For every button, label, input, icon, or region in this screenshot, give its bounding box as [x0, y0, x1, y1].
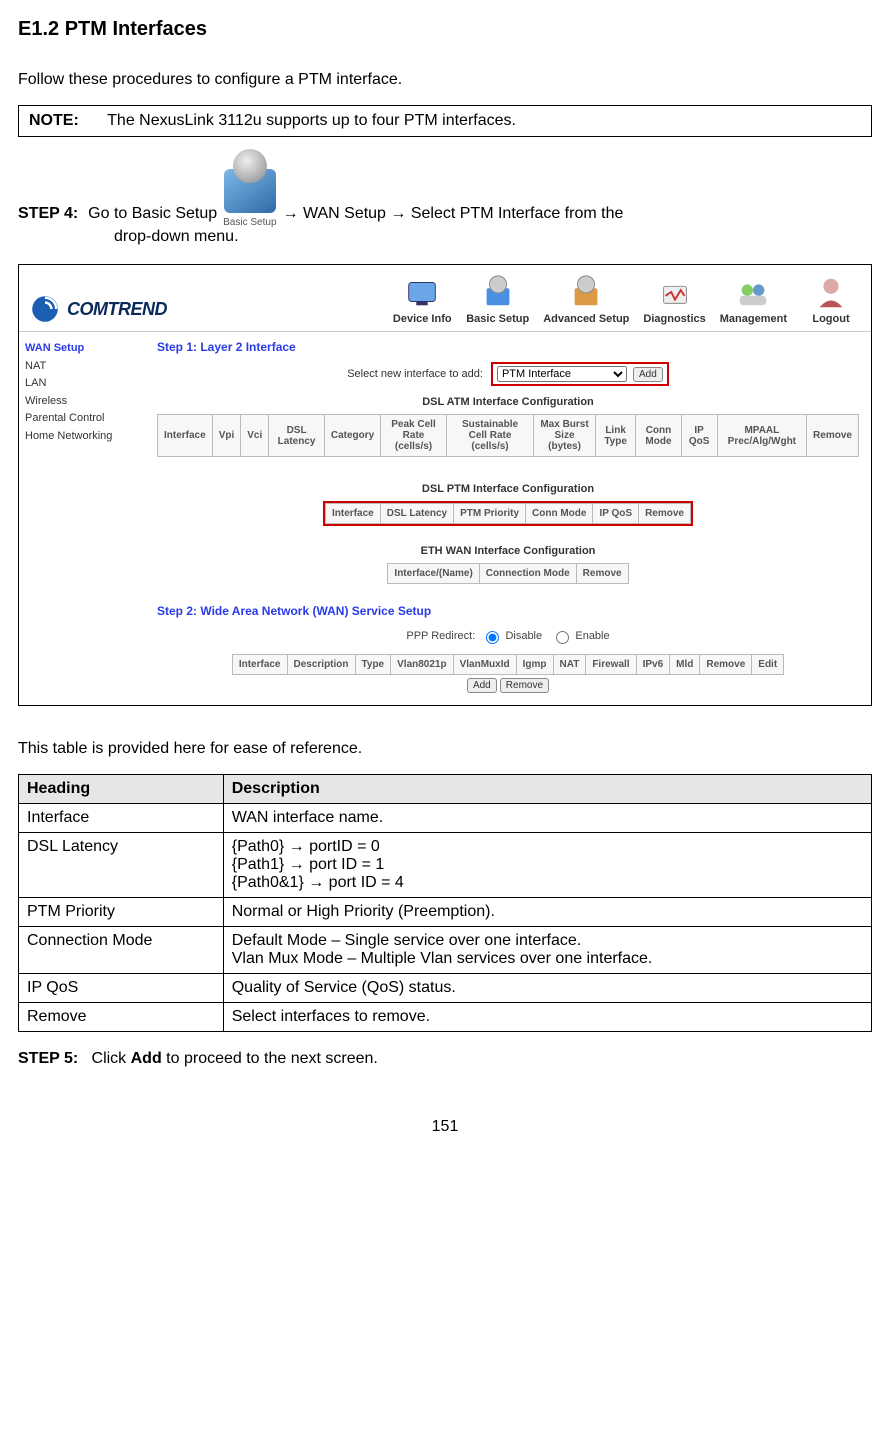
sidebar: WAN Setup NAT LAN Wireless Parental Cont…	[19, 332, 151, 705]
ptm-title: DSL PTM Interface Configuration	[157, 483, 859, 495]
step1-label: Step 1: Layer 2 Interface	[157, 340, 859, 354]
eth-title: ETH WAN Interface Configuration	[157, 545, 859, 557]
step4-row: STEP 4: Go to Basic Setup Basic Setup → …	[18, 165, 872, 226]
sidebar-parental-control[interactable]: Parental Control	[25, 410, 145, 428]
reference-table: Heading Description InterfaceWAN interfa…	[18, 774, 872, 1032]
note-text: The NexusLink 3112u supports up to four …	[107, 112, 516, 129]
step4-post: → WAN Setup → Select PTM Interface from …	[283, 202, 624, 226]
nav-logout[interactable]: Logout	[801, 273, 861, 325]
ref-head-heading: Heading	[19, 775, 224, 804]
section-heading: E1.2 PTM Interfaces	[18, 18, 872, 41]
nav-management[interactable]: Management	[720, 273, 787, 325]
atm-title: DSL ATM Interface Configuration	[157, 396, 859, 408]
after-intro: This table is provided here for ease of …	[18, 740, 872, 758]
step5-label: STEP 5:	[18, 1050, 78, 1067]
sidebar-lan[interactable]: LAN	[25, 375, 145, 393]
ptm-table-highlight: InterfaceDSL LatencyPTM PriorityConn Mod…	[323, 501, 693, 526]
ref-row: InterfaceWAN interface name.	[19, 804, 872, 833]
note-label: NOTE:	[29, 112, 103, 130]
ppp-redirect-row: PPP Redirect: Disable Enable	[157, 628, 859, 644]
sidebar-wireless[interactable]: Wireless	[25, 393, 145, 411]
step4-continuation: drop-down menu.	[114, 228, 872, 246]
nav-advanced-setup[interactable]: Advanced Setup	[543, 273, 629, 325]
router-ui-screenshot: COMTREND Device Info Basic Setup Advance…	[18, 264, 872, 706]
wan-remove-button[interactable]: Remove	[500, 678, 549, 693]
nav-device-info[interactable]: Device Info	[392, 273, 452, 325]
eth-table: Interface/(Name)Connection ModeRemove	[387, 563, 628, 584]
interface-select[interactable]: PTM Interface	[497, 366, 627, 382]
brand-logo: COMTREND	[29, 293, 167, 325]
intro-text: Follow these procedures to configure a P…	[18, 71, 872, 89]
select-label: Select new interface to add:	[347, 368, 483, 380]
ref-row: DSL Latency{Path0} → portID = 0 {Path1} …	[19, 833, 872, 898]
wan-add-button[interactable]: Add	[467, 678, 497, 693]
ref-row: Connection ModeDefault Mode – Single ser…	[19, 927, 872, 974]
ref-row: PTM PriorityNormal or High Priority (Pre…	[19, 898, 872, 927]
sidebar-wan-setup[interactable]: WAN Setup	[25, 340, 145, 358]
ppp-disable-radio[interactable]	[486, 631, 499, 644]
sidebar-nat[interactable]: NAT	[25, 358, 145, 376]
interface-select-highlight: PTM Interface Add	[491, 362, 669, 386]
ptm-table: InterfaceDSL LatencyPTM PriorityConn Mod…	[325, 503, 691, 524]
sidebar-home-networking[interactable]: Home Networking	[25, 428, 145, 446]
ref-row: RemoveSelect interfaces to remove.	[19, 1003, 872, 1032]
ppp-enable-radio[interactable]	[556, 631, 569, 644]
atm-table: InterfaceVpiVciDSL LatencyCategoryPeak C…	[157, 414, 859, 457]
ref-head-description: Description	[223, 775, 871, 804]
step2-label: Step 2: Wide Area Network (WAN) Service …	[157, 604, 859, 618]
add-interface-button[interactable]: Add	[633, 367, 663, 382]
step4-pre: Go to Basic Setup	[88, 202, 217, 226]
wan-service-table: InterfaceDescriptionTypeVlan8021pVlanMux…	[232, 654, 784, 675]
nav-diagnostics[interactable]: Diagnostics	[643, 273, 705, 325]
note-box: NOTE: The NexusLink 3112u supports up to…	[18, 105, 872, 137]
top-nav: Device Info Basic Setup Advanced Setup D…	[392, 273, 861, 325]
ref-row: IP QoSQuality of Service (QoS) status.	[19, 974, 872, 1003]
basic-setup-icon: Basic Setup	[223, 169, 276, 230]
step5-row: STEP 5: Click Add to proceed to the next…	[18, 1050, 872, 1068]
nav-basic-setup[interactable]: Basic Setup	[466, 273, 529, 325]
page-number: 151	[18, 1118, 872, 1136]
step4-label: STEP 4:	[18, 202, 78, 226]
